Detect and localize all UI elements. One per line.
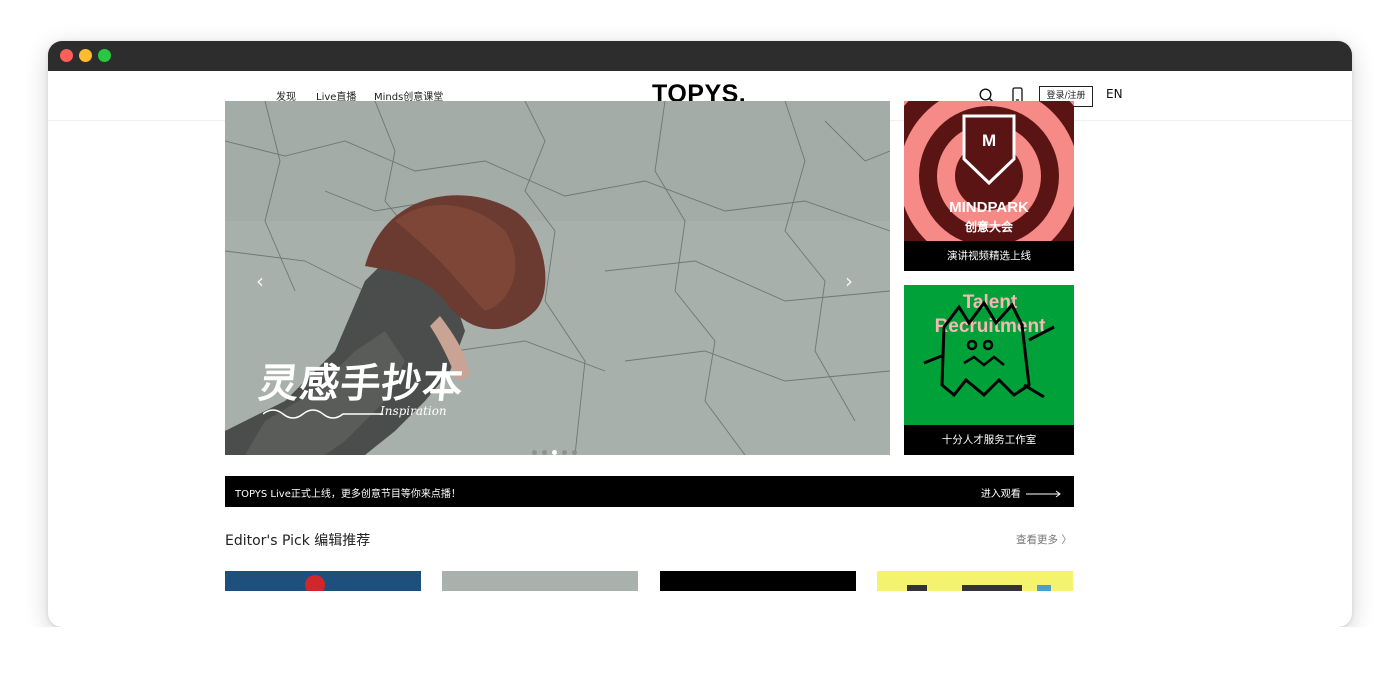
hero-carousel[interactable]: ‹ › 灵感手抄本 Inspiration	[225, 101, 890, 455]
editor-pick-card[interactable]	[660, 571, 856, 591]
carousel-next-arrow[interactable]: ›	[845, 269, 853, 293]
carousel-prev-arrow[interactable]: ‹	[256, 269, 264, 293]
hero-title: 灵感手抄本	[256, 360, 467, 407]
editor-pick-card[interactable]	[442, 571, 638, 591]
live-watch-label: 进入观看	[980, 489, 1021, 500]
carousel-dot[interactable]	[542, 450, 547, 455]
promo-caption: 演讲视频精选上线	[904, 241, 1074, 271]
carousel-dot[interactable]	[562, 450, 567, 455]
maximize-window-button[interactable]	[98, 49, 111, 62]
page-bottom-background	[0, 627, 1400, 700]
card-thumbnail	[305, 575, 325, 591]
language-switch[interactable]: EN	[1106, 87, 1123, 101]
carousel-dots	[532, 440, 582, 455]
minimize-window-button[interactable]	[79, 49, 92, 62]
hero-subtitle: Inspiration	[380, 404, 447, 418]
mindpark-badge: M	[982, 131, 997, 150]
promo-mindpark[interactable]: M MINDPARK 创意大会 演讲视频精选上线	[904, 101, 1074, 271]
carousel-dot[interactable]	[532, 450, 537, 455]
window-titlebar	[48, 41, 1352, 71]
carousel-dot-active[interactable]	[552, 450, 557, 455]
live-watch-link[interactable]: 进入观看	[981, 485, 1062, 500]
view-more-link[interactable]: 查看更多 〉	[1016, 532, 1072, 547]
live-announcement-text: TOPYS Live正式上线，更多创意节目等你来点播！	[235, 489, 461, 500]
carousel-dot[interactable]	[572, 450, 577, 455]
editor-pick-card[interactable]	[225, 571, 421, 591]
editor-pick-card[interactable]	[877, 571, 1073, 591]
monster-illustration	[923, 300, 1055, 399]
live-announcement-bar[interactable]: TOPYS Live正式上线，更多创意节目等你来点播！ 进入观看	[225, 476, 1074, 507]
section-title: Editor's Pick 编辑推荐	[225, 533, 371, 549]
mindpark-title: MINDPARK	[949, 199, 1029, 216]
promo-caption: 十分人才服务工作室	[904, 425, 1074, 455]
close-window-button[interactable]	[60, 49, 73, 62]
promo-talent[interactable]: Talent Recruitment 十分人才服务工作室	[904, 285, 1074, 455]
mindpark-subtitle: 创意大会	[964, 220, 1013, 234]
card-thumbnail	[907, 585, 1051, 591]
long-arrow-icon	[1026, 490, 1061, 498]
